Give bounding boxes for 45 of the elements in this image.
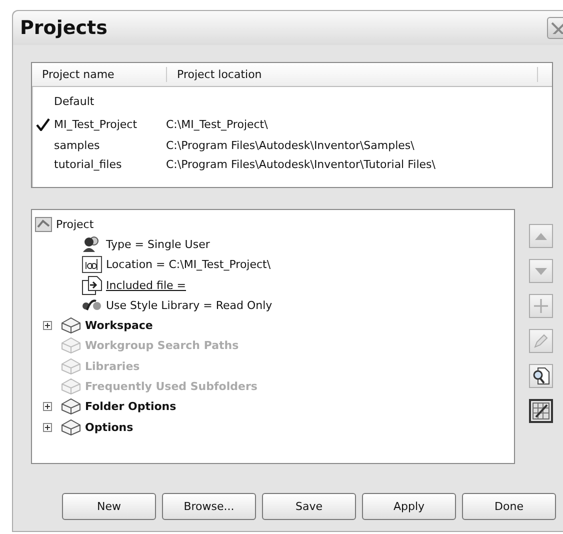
grid-edit-icon	[532, 402, 550, 420]
toolbar-button[interactable]	[529, 364, 553, 388]
style-icon	[82, 299, 102, 312]
down-arrow-icon	[535, 268, 547, 274]
plus-icon	[534, 299, 548, 313]
expand-icon[interactable]	[43, 402, 52, 412]
tree-item[interactable]: Options	[85, 420, 134, 434]
expand-icon[interactable]	[43, 422, 52, 432]
window-title: Projects	[20, 17, 108, 39]
expand-icon[interactable]	[43, 321, 52, 330]
dialog-button[interactable]: Browse...	[162, 493, 256, 520]
document-icon	[82, 276, 102, 295]
folder-icon	[61, 358, 81, 375]
project-name[interactable]: Default	[54, 95, 94, 108]
close-button[interactable]	[547, 17, 563, 39]
project-location: C:\MI_Test_Project\	[166, 118, 268, 130]
text-field-icon	[82, 256, 102, 274]
project-name[interactable]: tutorial_files	[54, 158, 122, 171]
tree-item[interactable]: Folder Options	[85, 400, 176, 414]
folder-icon	[61, 398, 81, 416]
tree-item[interactable]: Type = Single User	[106, 238, 210, 251]
dialog-button[interactable]: Apply	[362, 493, 456, 520]
dialog-button[interactable]: Done	[462, 493, 556, 520]
up-arrow-icon	[535, 232, 547, 240]
tree-item[interactable]: Location = C:\MI_Test_Project\	[106, 258, 271, 272]
project-name[interactable]: MI_Test_Project	[54, 118, 138, 130]
tree-item[interactable]: Project	[56, 218, 94, 231]
folder-icon	[61, 378, 81, 396]
column-header[interactable]: Project name	[32, 67, 167, 82]
project-name[interactable]: samples	[54, 139, 100, 152]
folder-icon	[61, 337, 81, 354]
dialog-button[interactable]: Save	[262, 493, 356, 520]
project-location: C:\Program Files\Autodesk\Inventor\Samples\	[166, 139, 414, 152]
dialog-button[interactable]: New	[62, 493, 156, 520]
pencil-icon	[534, 334, 548, 348]
close-icon	[551, 22, 563, 34]
find-file-icon	[532, 367, 550, 385]
folder-icon	[61, 418, 81, 436]
folder-icon	[61, 317, 81, 334]
project-location: C:\Program Files\Autodesk\Inventor\Tutorial Files\	[166, 158, 436, 171]
tree-item[interactable]: Included file =	[106, 278, 186, 292]
tree-item[interactable]: Use Style Library = Read Only	[106, 298, 272, 312]
toolbar-button[interactable]	[529, 399, 553, 423]
tree-item[interactable]: Workspace	[85, 319, 153, 332]
column-header[interactable]: Project location	[167, 67, 538, 82]
